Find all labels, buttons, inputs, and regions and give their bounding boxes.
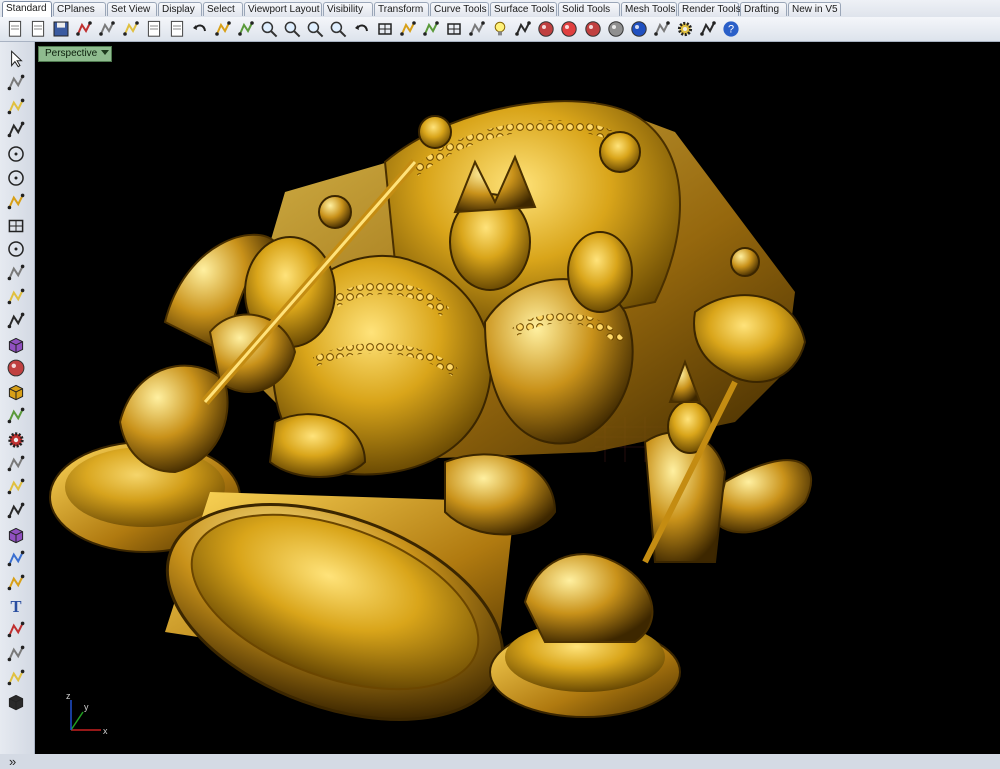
light-bulb-icon[interactable] xyxy=(490,19,510,39)
circle-icon[interactable] xyxy=(5,143,27,165)
select-arrow-icon[interactable] xyxy=(5,48,27,70)
tab-surface-tools[interactable]: Surface Tools xyxy=(490,2,557,16)
left-toolbar: » T xyxy=(0,42,35,769)
flashlight-icon[interactable] xyxy=(652,19,672,39)
rectangle-icon[interactable] xyxy=(5,215,27,237)
color-wheel-icon[interactable] xyxy=(559,19,579,39)
ellipse-icon[interactable] xyxy=(5,167,27,189)
viewport-label-tab[interactable]: Perspective xyxy=(38,46,113,62)
tab-cplanes[interactable]: CPlanes xyxy=(53,2,106,16)
gear-options-icon[interactable] xyxy=(675,19,695,39)
curve-icon[interactable] xyxy=(5,119,27,141)
globe-sphere-icon[interactable] xyxy=(629,19,649,39)
explode-icon[interactable] xyxy=(5,667,27,689)
hide-icon[interactable] xyxy=(421,19,441,39)
print-icon[interactable] xyxy=(74,19,94,39)
tab-curve-tools[interactable]: Curve Tools xyxy=(430,2,489,16)
render-sphere-icon[interactable] xyxy=(536,19,556,39)
perspective-viewport[interactable]: Perspective x y z xyxy=(35,42,1000,754)
free-curve-icon[interactable] xyxy=(5,262,27,284)
dimension-tool-icon[interactable] xyxy=(5,500,27,522)
point-icon[interactable] xyxy=(5,72,27,94)
pan-hand-icon[interactable] xyxy=(213,19,233,39)
fillet-icon[interactable] xyxy=(5,286,27,308)
array-icon[interactable] xyxy=(5,619,27,641)
arc-icon[interactable] xyxy=(5,238,27,260)
tab-viewport-layout[interactable]: Viewport Layout xyxy=(244,2,322,16)
sweep-icon[interactable] xyxy=(5,548,27,570)
help-icon[interactable]: ? xyxy=(721,19,741,39)
rotate-view-icon[interactable] xyxy=(236,19,256,39)
boolean-icon[interactable] xyxy=(5,453,27,475)
tab-display[interactable]: Display xyxy=(158,2,202,16)
cut-icon[interactable] xyxy=(121,19,141,39)
svg-text:T: T xyxy=(10,598,21,617)
metal-sphere-icon[interactable] xyxy=(606,19,626,39)
grid-snap-icon[interactable] xyxy=(444,19,464,39)
polyline-icon[interactable] xyxy=(5,96,27,118)
open-file-icon[interactable] xyxy=(28,19,48,39)
sphere-icon[interactable] xyxy=(5,357,27,379)
tab-standard[interactable]: Standard xyxy=(2,1,52,17)
tab-strip: Standard CPlanes Set View Display Select View… xyxy=(0,0,1000,18)
block-icon[interactable] xyxy=(5,691,27,713)
points-icon[interactable] xyxy=(467,19,487,39)
world-axes-icon: x y z xyxy=(66,692,108,736)
axis-z-label: z xyxy=(66,692,71,701)
copy-icon[interactable] xyxy=(144,19,164,39)
align-icon[interactable] xyxy=(5,476,27,498)
dimension-icon[interactable] xyxy=(698,19,718,39)
solid-icon[interactable] xyxy=(5,524,27,546)
tab-solid-tools[interactable]: Solid Tools xyxy=(558,2,620,16)
tab-set-view[interactable]: Set View xyxy=(107,2,157,16)
surface-icon[interactable] xyxy=(5,310,27,332)
car-icon[interactable] xyxy=(398,19,418,39)
shaded-sphere-icon[interactable] xyxy=(583,19,603,39)
tab-drafting[interactable]: Drafting xyxy=(740,2,787,16)
tab-mesh-tools[interactable]: Mesh Tools xyxy=(621,2,677,16)
golden-relief-model xyxy=(49,100,812,721)
zoom-extents-icon[interactable] xyxy=(305,19,325,39)
box-icon[interactable] xyxy=(5,334,27,356)
tab-new-in-v5[interactable]: New in V5 xyxy=(788,2,841,16)
more-tools-chevron[interactable]: » xyxy=(9,754,16,769)
tab-transform[interactable]: Transform xyxy=(374,2,429,16)
undo-view-icon[interactable] xyxy=(352,19,372,39)
polygon-icon[interactable] xyxy=(5,191,27,213)
save-icon[interactable] xyxy=(51,19,71,39)
axis-x-label: x xyxy=(103,726,108,736)
zoom-window-icon[interactable] xyxy=(282,19,302,39)
gear-icon[interactable] xyxy=(5,429,27,451)
group-icon[interactable] xyxy=(5,643,27,665)
svg-text:?: ? xyxy=(728,24,734,36)
import-icon[interactable] xyxy=(97,19,117,39)
offset-icon[interactable] xyxy=(5,572,27,594)
tab-select[interactable]: Select xyxy=(203,2,243,16)
viewport-menu-arrow-icon[interactable] xyxy=(101,50,110,55)
text-icon[interactable]: T xyxy=(5,595,27,617)
zoom-dynamic-icon[interactable] xyxy=(259,19,279,39)
zoom-selected-icon[interactable] xyxy=(328,19,348,39)
new-file-icon[interactable] xyxy=(5,19,25,39)
viewport-label: Perspective xyxy=(45,48,98,59)
plane-icon[interactable] xyxy=(5,405,27,427)
cylinder-icon[interactable] xyxy=(5,381,27,403)
undo-icon[interactable] xyxy=(190,19,210,39)
layer-icon[interactable] xyxy=(513,19,533,39)
four-viewports-icon[interactable] xyxy=(375,19,395,39)
axis-y-label: y xyxy=(84,702,89,712)
tab-visibility[interactable]: Visibility xyxy=(323,2,373,16)
tab-render-tools[interactable]: Render Tools xyxy=(678,2,741,16)
standard-toolbar: ? xyxy=(0,17,1000,42)
paste-icon[interactable] xyxy=(167,19,187,39)
